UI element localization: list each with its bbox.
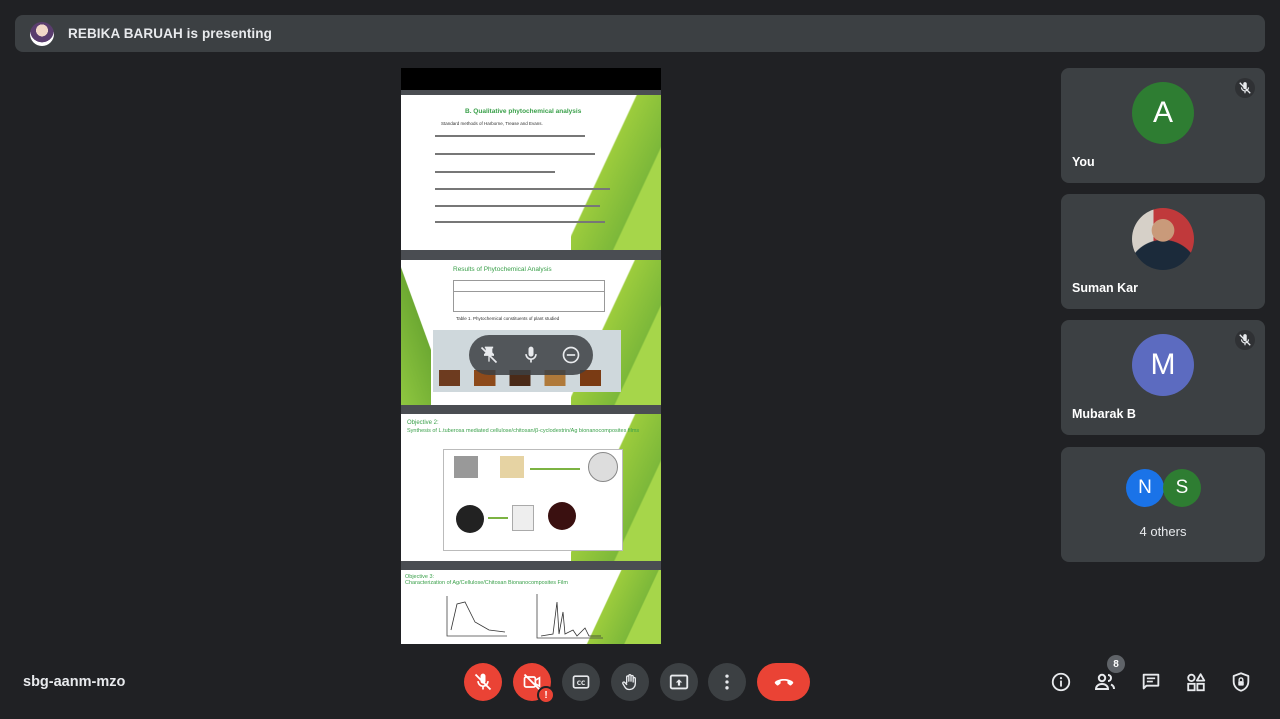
more-options-button[interactable]: [708, 663, 746, 701]
present-icon: [669, 674, 689, 690]
pin-icon[interactable]: [479, 345, 499, 365]
mic-off-icon: [1235, 330, 1255, 350]
mic-off-icon: [474, 673, 492, 691]
participant-avatar: A: [1132, 82, 1194, 144]
phytochemical-table: [453, 280, 605, 312]
presenting-banner: REBIKA BARUAH is presenting: [15, 15, 1265, 52]
text-line: [435, 221, 605, 223]
captions-icon: CC: [572, 675, 590, 689]
text-line: [435, 205, 600, 207]
text-line: [435, 153, 595, 155]
info-icon: [1051, 672, 1071, 692]
activities-button[interactable]: [1183, 669, 1209, 695]
participant-name: You: [1072, 155, 1095, 169]
mic-icon[interactable]: [521, 345, 541, 365]
slide-1: B. Qualitative phytochemical analysis St…: [401, 95, 661, 250]
slide-3-title: Objective 2:: [407, 420, 439, 426]
remove-icon[interactable]: [561, 345, 581, 365]
mic-off-icon: [1235, 78, 1255, 98]
xrd-chart: [536, 594, 603, 639]
camera-warning-badge: !: [537, 686, 555, 704]
leave-call-button[interactable]: [757, 663, 810, 701]
present-now-button[interactable]: [660, 663, 698, 701]
slide-2-title: Results of Phytochemical Analysis: [453, 266, 552, 273]
more-icon: [725, 674, 729, 690]
meeting-code: sbg-aanm-mzo: [23, 674, 126, 690]
slide-4: Objective 3: Characterization of Ag/Cell…: [401, 570, 661, 644]
chat-button[interactable]: [1138, 669, 1164, 695]
slide-3-subtitle: Synthesis of L.tuberosa mediated cellulo…: [407, 428, 640, 434]
presenter-text: REBIKA BARUAH is presenting: [68, 26, 272, 41]
text-line: [435, 135, 585, 137]
participant-tile-suman-kar[interactable]: Suman Kar: [1061, 194, 1265, 309]
tile-hover-controls: [469, 335, 593, 375]
hangup-icon: [774, 679, 793, 686]
slide-1-subtitle: Standard methods of Harborne, Trease and…: [441, 121, 543, 126]
svg-text:CC: CC: [577, 681, 586, 687]
people-count-badge: 8: [1107, 655, 1125, 673]
participant-tile-you[interactable]: A You: [1061, 68, 1265, 183]
raise-hand-button[interactable]: [611, 663, 649, 701]
shared-screen-topbar: [401, 68, 661, 90]
synthesis-diagram: [443, 449, 623, 551]
participant-photo: [1132, 208, 1194, 270]
raise-hand-icon: [622, 674, 636, 691]
text-line: [435, 171, 555, 173]
slide-1-title: B. Qualitative phytochemical analysis: [465, 108, 582, 115]
participant-name: Suman Kar: [1072, 281, 1138, 295]
captions-button[interactable]: CC: [562, 663, 600, 701]
host-controls-icon: [1232, 672, 1250, 692]
participant-name: Mubarak B: [1072, 407, 1136, 421]
participant-tile-mubarak-b[interactable]: M Mubarak B: [1061, 320, 1265, 435]
slide-4-subtitle: Characterization of Ag/Cellulose/Chitosa…: [405, 580, 568, 586]
text-line: [435, 188, 610, 190]
slide-2-caption: Table 1. Phytochemical constituents of p…: [456, 316, 560, 321]
other-avatar-s: S: [1163, 469, 1201, 507]
slide-3: Objective 2: Synthesis of L.tuberosa med…: [401, 414, 661, 561]
people-icon: [1094, 673, 1115, 690]
slide-decoration: [571, 95, 661, 250]
others-label: 4 others: [1139, 524, 1187, 539]
meeting-details-button[interactable]: [1048, 669, 1074, 695]
uv-spectrum-chart: [446, 596, 507, 637]
activities-icon: [1187, 673, 1206, 692]
others-tile[interactable]: N S 4 others: [1061, 447, 1265, 562]
camera-toggle-button[interactable]: !: [513, 663, 555, 704]
slide-decoration: [401, 260, 431, 405]
participant-avatar: M: [1132, 334, 1194, 396]
mic-toggle-button[interactable]: [464, 663, 502, 701]
chat-icon: [1142, 673, 1160, 690]
host-controls-button[interactable]: [1228, 669, 1254, 695]
slide-2: Results of Phytochemical Analysis Table …: [401, 260, 661, 405]
presenter-avatar: [30, 21, 54, 46]
other-avatar-n: N: [1126, 469, 1164, 507]
